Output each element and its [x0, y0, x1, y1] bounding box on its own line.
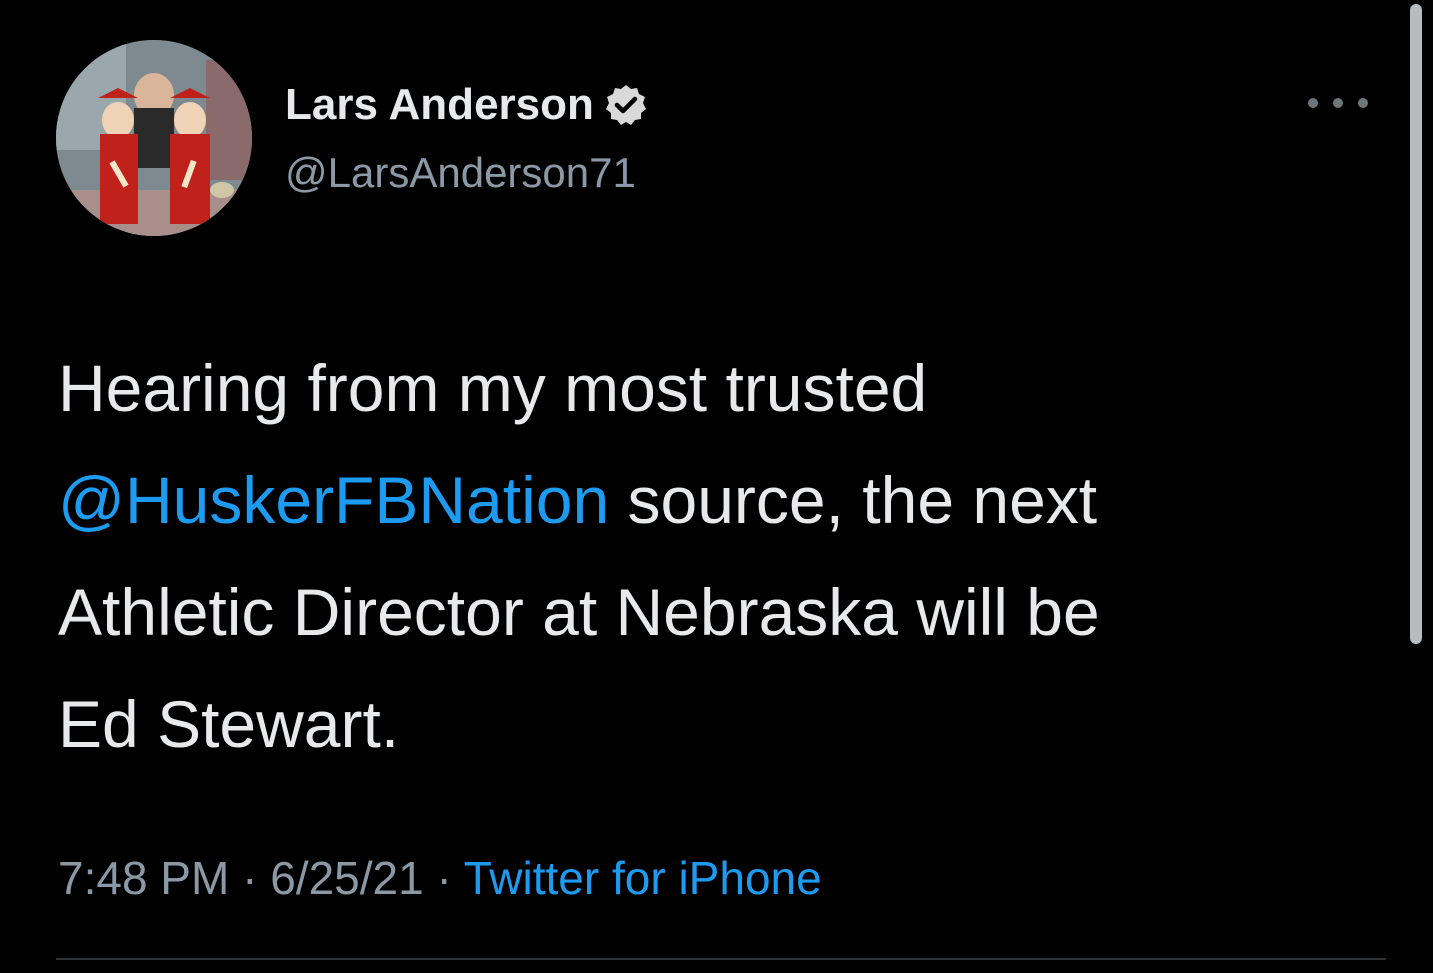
more-dot: [1333, 98, 1343, 108]
avatar-photo: [56, 40, 252, 236]
more-options-icon[interactable]: [1308, 88, 1368, 118]
display-name[interactable]: Lars Anderson: [285, 78, 594, 132]
tweet-meta: 7:48 PM · 6/25/21 · Twitter for iPhone: [58, 850, 822, 906]
divider: [56, 958, 1386, 960]
more-dot: [1308, 98, 1318, 108]
tweet-source-link[interactable]: Twitter for iPhone: [464, 852, 822, 904]
tweet-date[interactable]: 6/25/21: [270, 852, 423, 904]
tweet-line: source, the next: [609, 463, 1098, 537]
verified-badge-icon: [604, 83, 648, 127]
tweet-text: Hearing from my most trusted @HuskerFBNa…: [58, 332, 1388, 780]
scrollbar[interactable]: [1410, 4, 1422, 644]
avatar[interactable]: [56, 40, 252, 236]
tweet-line: Ed Stewart.: [58, 687, 400, 761]
tweet-time[interactable]: 7:48 PM: [58, 852, 229, 904]
user-handle[interactable]: @LarsAnderson71: [285, 148, 648, 198]
mention-link[interactable]: @HuskerFBNation: [58, 463, 609, 537]
tweet-line: Athletic Director at Nebraska will be: [58, 575, 1100, 649]
tweet: Lars Anderson @LarsAnderson71 Hearing fr…: [0, 0, 1433, 973]
meta-separator: ·: [229, 852, 271, 904]
name-row: Lars Anderson: [285, 78, 648, 132]
author-block: Lars Anderson @LarsAnderson71: [285, 78, 648, 198]
meta-separator: ·: [423, 852, 464, 904]
more-dot: [1358, 98, 1368, 108]
tweet-line: Hearing from my most trusted: [58, 351, 928, 425]
